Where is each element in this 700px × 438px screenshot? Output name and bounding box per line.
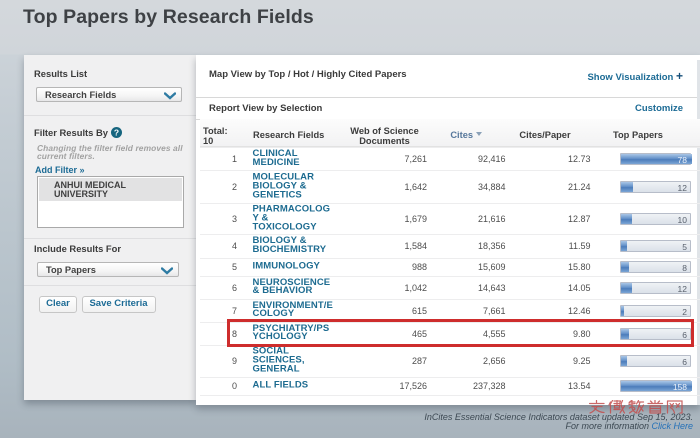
svg-text:?: ?: [113, 127, 118, 137]
